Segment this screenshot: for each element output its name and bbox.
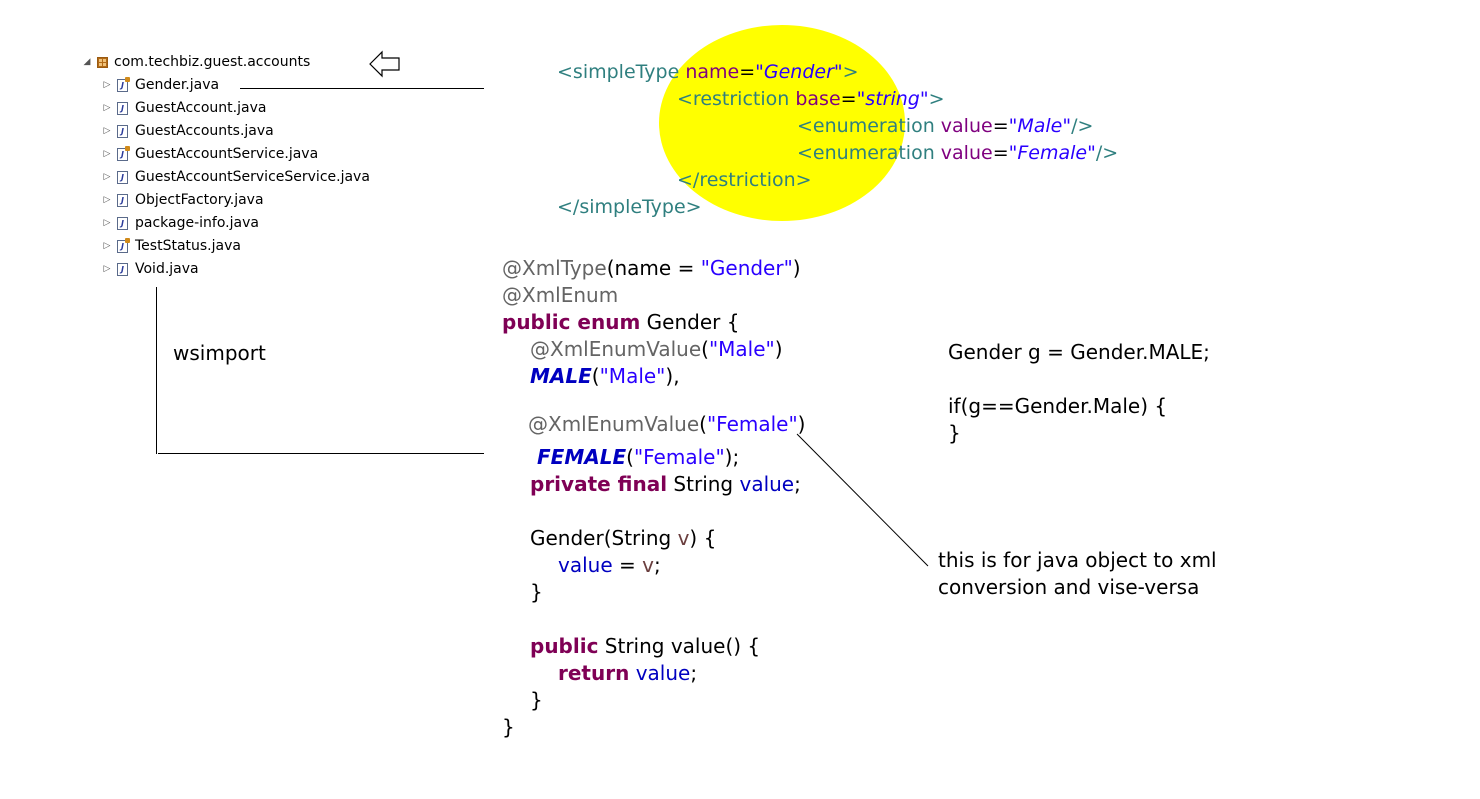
xml-line-restriction-close: </restriction> bbox=[677, 169, 812, 191]
xml-line-simpletype: <simpleType name="Gender"> bbox=[557, 61, 859, 83]
java-line-method-close: } bbox=[530, 688, 543, 712]
xml-line-restriction: <restriction base="string"> bbox=[677, 88, 945, 110]
usage-line-3: } bbox=[948, 421, 961, 445]
java-line-xmltype: @XmlType(name = "Gender") bbox=[502, 256, 801, 280]
java-line-xmlenumvalue-female: @XmlEnumValue("Female") bbox=[528, 412, 806, 436]
java-line-constructor: Gender(String v) { bbox=[530, 526, 717, 550]
usage-line-2: if(g==Gender.Male) { bbox=[948, 394, 1168, 418]
java-line-xmlenumvalue-male: @XmlEnumValue("Male") bbox=[530, 337, 783, 361]
java-line-constructor-close: } bbox=[530, 580, 543, 604]
xml-line-enumeration-male: <enumeration value="Male"/> bbox=[797, 115, 1094, 137]
java-line-female-constant: FEMALE("Female"); bbox=[537, 445, 740, 469]
java-line-enum-close: } bbox=[502, 715, 515, 739]
xml-line-enumeration-female: <enumeration value="Female"/> bbox=[797, 142, 1119, 164]
java-line-assign: value = v; bbox=[558, 553, 661, 577]
java-line-enum-decl: public enum Gender { bbox=[502, 310, 740, 334]
java-line-male-constant: MALE("Male"), bbox=[530, 364, 680, 388]
xml-line-simpletype-close: </simpleType> bbox=[557, 196, 702, 218]
wsimport-label: wsimport bbox=[173, 341, 266, 365]
note-line-2: conversion and vise-versa bbox=[938, 575, 1200, 599]
java-line-return: return value; bbox=[558, 661, 698, 685]
usage-line-1: Gender g = Gender.MALE; bbox=[948, 340, 1210, 364]
note-line-1: this is for java object to xml bbox=[938, 548, 1217, 572]
java-line-value-field: private final String value; bbox=[530, 472, 801, 496]
java-line-xmlenum: @XmlEnum bbox=[502, 283, 619, 307]
java-line-value-method: public String value() { bbox=[530, 634, 761, 658]
